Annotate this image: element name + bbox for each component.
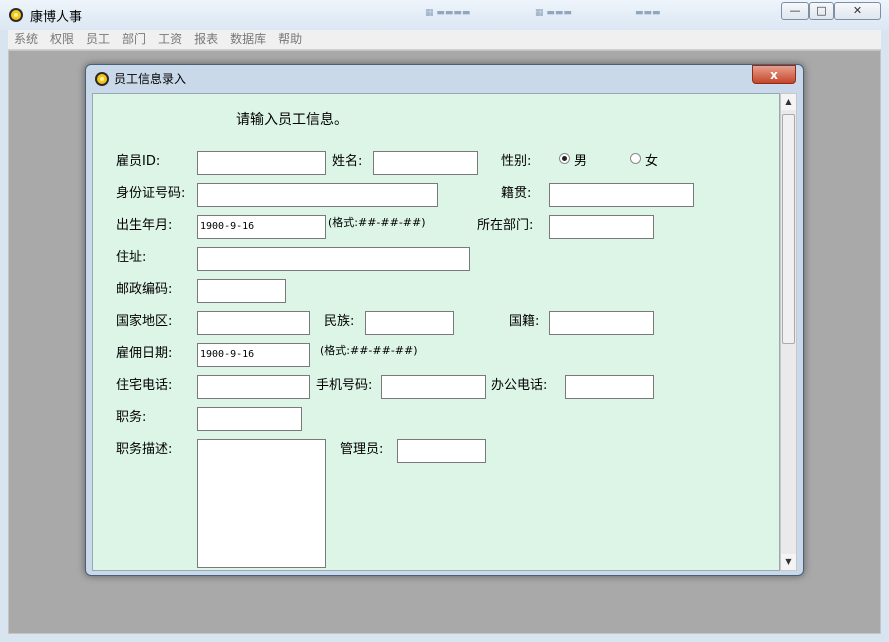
nationality-field[interactable] — [549, 311, 654, 335]
position-desc-textarea[interactable] — [197, 439, 326, 568]
app-title: 康博人事 — [30, 10, 83, 25]
home-phone-field[interactable] — [197, 375, 310, 399]
app-logo-icon — [9, 8, 23, 22]
menu-departments[interactable]: 部门 — [116, 30, 152, 49]
menu-permissions[interactable]: 权限 — [44, 30, 80, 49]
employee-entry-dialog: 员工信息录入 x 请输入员工信息。 雇员ID: 姓名: 性别: 男 女 身份证号… — [85, 64, 804, 576]
position-label: 职务: — [116, 410, 147, 425]
birth-date-format-hint: (格式:##-##-##) — [328, 216, 426, 229]
manager-label: 管理员: — [340, 442, 384, 457]
mobile-label: 手机号码: — [316, 378, 373, 393]
address-label: 住址: — [116, 250, 147, 265]
dialog-title: 员工信息录入 — [114, 72, 187, 86]
scroll-thumb[interactable] — [782, 114, 795, 344]
form-panel: 请输入员工信息。 雇员ID: 姓名: 性别: 男 女 身份证号码: 籍贯: 出生… — [92, 93, 780, 571]
dialog-logo-icon — [95, 72, 109, 86]
region-label: 国家地区: — [116, 314, 173, 329]
gender-label: 性别: — [501, 154, 532, 169]
menu-salary[interactable]: 工资 — [152, 30, 188, 49]
title-bar: 康博人事 ▦ ▬▬▬▬ ▦ ▬▬▬ ▬▬▬ — □ ✕ — [0, 0, 889, 30]
close-button[interactable]: ✕ — [834, 2, 881, 20]
gender-female-label: 女 — [645, 154, 659, 169]
background-ghost-icon: ▬▬▬ — [635, 8, 661, 18]
position-desc-label: 职务描述: — [116, 442, 173, 457]
menu-bar: 系统 权限 员工 部门 工资 报表 数据库 帮助 — [8, 30, 881, 50]
id-card-label: 身份证号码: — [116, 186, 186, 201]
postal-code-label: 邮政编码: — [116, 282, 173, 297]
gender-female-radio[interactable] — [630, 153, 641, 164]
hire-date-field[interactable]: 1900-9-16 — [197, 343, 310, 367]
radio-selected-dot — [562, 156, 567, 161]
address-field[interactable] — [197, 247, 470, 271]
menu-system[interactable]: 系统 — [8, 30, 44, 49]
employee-id-label: 雇员ID: — [116, 154, 161, 169]
menu-employees[interactable]: 员工 — [80, 30, 116, 49]
office-phone-field[interactable] — [565, 375, 654, 399]
hire-date-label: 雇佣日期: — [116, 346, 173, 361]
menu-help[interactable]: 帮助 — [272, 30, 308, 49]
menu-database[interactable]: 数据库 — [224, 30, 272, 49]
birth-date-field[interactable]: 1900-9-16 — [197, 215, 326, 239]
menu-reports[interactable]: 报表 — [188, 30, 224, 49]
department-label: 所在部门: — [477, 218, 534, 233]
app-window: 康博人事 ▦ ▬▬▬▬ ▦ ▬▬▬ ▬▬▬ — □ ✕ 系统 权限 员工 部门 工资 报表… — [0, 0, 889, 642]
position-field[interactable] — [197, 407, 302, 431]
scroll-up-arrow-icon[interactable]: ▲ — [781, 94, 796, 110]
minimize-button[interactable]: — — [781, 2, 809, 20]
hire-date-format-hint: (格式:##-##-##) — [320, 344, 418, 357]
department-field[interactable] — [549, 215, 654, 239]
manager-field[interactable] — [397, 439, 486, 463]
birth-date-label: 出生年月: — [116, 218, 173, 233]
office-phone-label: 办公电话: — [491, 378, 548, 393]
ethnicity-field[interactable] — [365, 311, 454, 335]
maximize-button[interactable]: □ — [809, 2, 834, 20]
form-prompt: 请输入员工信息。 — [236, 112, 348, 128]
id-card-field[interactable] — [197, 183, 438, 207]
postal-code-field[interactable] — [197, 279, 286, 303]
background-ghost-icon: ▦ ▬▬▬▬ — [425, 8, 471, 18]
home-phone-label: 住宅电话: — [116, 378, 173, 393]
gender-male-radio[interactable] — [559, 153, 570, 164]
mobile-field[interactable] — [381, 375, 486, 399]
nationality-label: 国籍: — [509, 314, 540, 329]
name-field[interactable] — [373, 151, 478, 175]
native-place-label: 籍贯: — [501, 186, 532, 201]
gender-male-label: 男 — [574, 154, 588, 169]
name-label: 姓名: — [332, 154, 363, 169]
native-place-field[interactable] — [549, 183, 694, 207]
background-ghost-icon: ▦ ▬▬▬ — [535, 8, 572, 18]
employee-id-field[interactable] — [197, 151, 326, 175]
form-vertical-scrollbar[interactable]: ▲ ▼ — [780, 93, 797, 571]
scroll-down-arrow-icon[interactable]: ▼ — [781, 554, 796, 570]
ethnicity-label: 民族: — [324, 314, 355, 329]
region-field[interactable] — [197, 311, 310, 335]
dialog-close-button[interactable]: x — [752, 65, 796, 84]
